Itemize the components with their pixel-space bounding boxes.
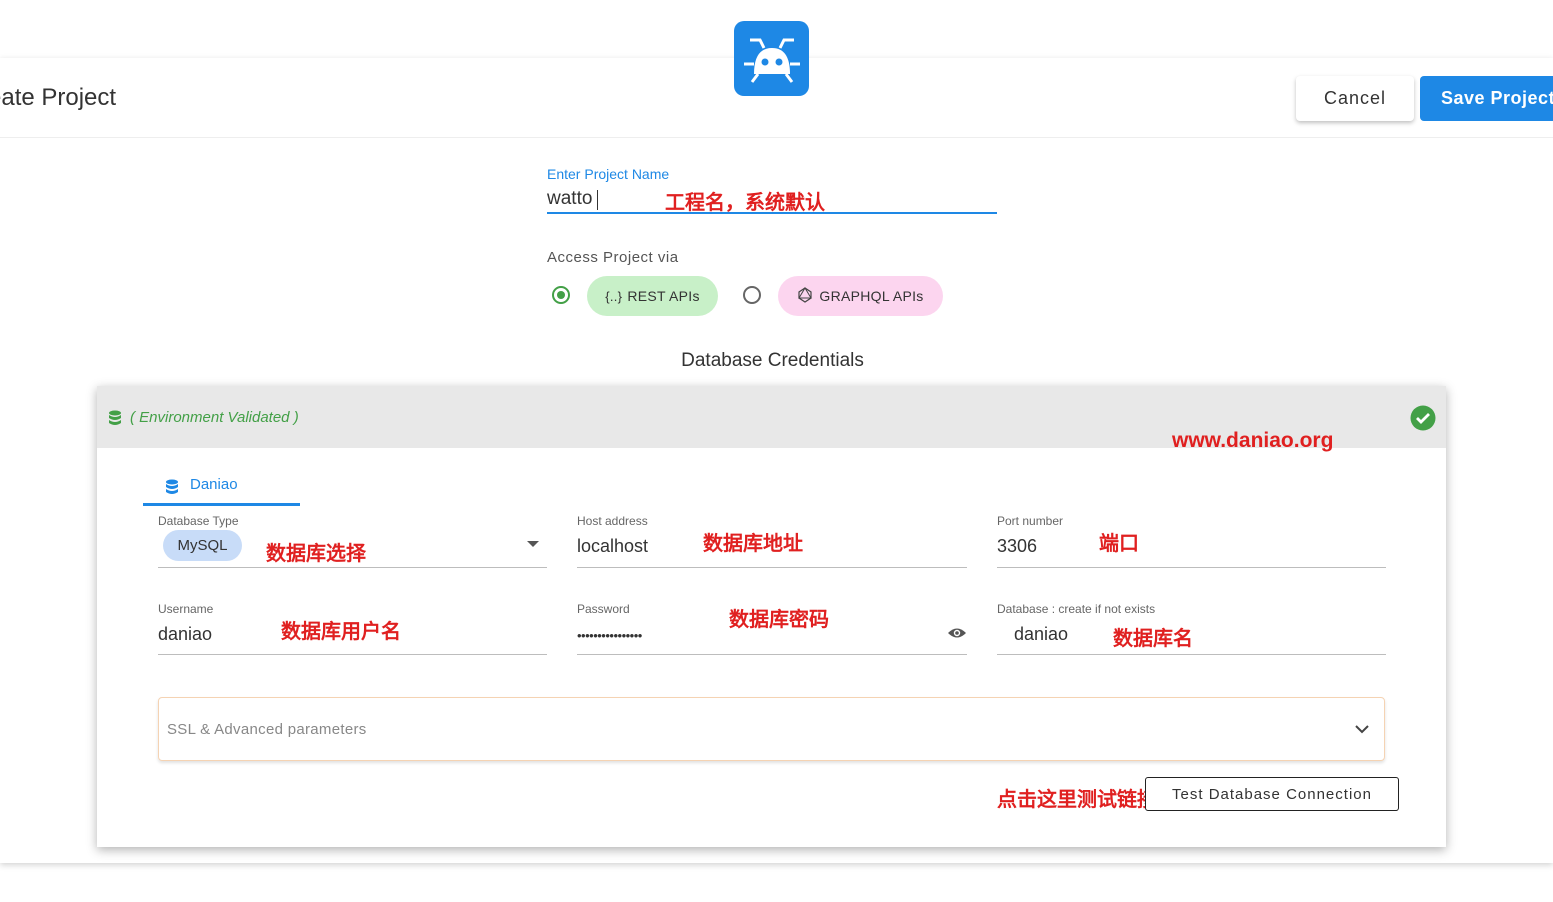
project-name-label: Enter Project Name bbox=[547, 166, 670, 182]
text-caret bbox=[597, 190, 598, 210]
rest-api-label: REST APIs bbox=[627, 288, 700, 304]
mysql-chip: MySQL bbox=[163, 530, 242, 561]
save-project-button[interactable]: Save Project bbox=[1420, 76, 1553, 121]
password-label: Password bbox=[577, 602, 630, 616]
db-credentials-title: Database Credentials bbox=[681, 350, 864, 371]
graphql-api-chip[interactable]: GRAPHQL APIs bbox=[778, 276, 943, 316]
graphql-api-label: GRAPHQL APIs bbox=[819, 288, 924, 304]
database-name-annotation: 数据库名 bbox=[1113, 628, 1193, 650]
watermark: www.daniao.org bbox=[1172, 429, 1334, 452]
database-icon bbox=[108, 410, 122, 431]
host-label: Host address bbox=[577, 514, 648, 528]
braces-icon: {..} bbox=[605, 288, 623, 304]
username-label: Username bbox=[158, 602, 214, 616]
database-icon bbox=[165, 479, 179, 500]
ssl-advanced-accordion[interactable]: SSL & Advanced parameters bbox=[158, 697, 1385, 761]
host-annotation: 数据库地址 bbox=[703, 533, 803, 555]
port-field[interactable]: Port number 3306 bbox=[997, 514, 1386, 568]
graphql-icon bbox=[797, 286, 813, 306]
chevron-down-icon bbox=[527, 541, 539, 547]
eye-icon[interactable] bbox=[947, 626, 967, 645]
tab-daniao[interactable]: Daniao bbox=[143, 466, 300, 506]
check-circle-icon bbox=[1410, 405, 1436, 436]
tab-label: Daniao bbox=[190, 476, 238, 493]
project-name-annotation: 工程名，系统默认 bbox=[665, 192, 825, 214]
port-label: Port number bbox=[997, 514, 1064, 528]
cancel-button[interactable]: Cancel bbox=[1296, 76, 1414, 121]
username-annotation: 数据库用户名 bbox=[281, 621, 401, 643]
header-divider bbox=[0, 137, 1553, 138]
env-status: ( Environment Validated ) bbox=[130, 409, 299, 426]
test-connection-button[interactable]: Test Database Connection bbox=[1145, 777, 1399, 811]
ssl-label: SSL & Advanced parameters bbox=[167, 721, 367, 738]
graphql-radio[interactable] bbox=[743, 286, 761, 304]
password-annotation: 数据库密码 bbox=[729, 609, 829, 631]
access-label: Access Project via bbox=[547, 249, 679, 266]
db-type-annotation: 数据库选择 bbox=[266, 543, 366, 565]
rest-radio[interactable] bbox=[552, 286, 570, 304]
rest-api-chip[interactable]: {..} REST APIs bbox=[587, 276, 718, 316]
port-value: 3306 bbox=[997, 536, 1038, 556]
port-annotation: 端口 bbox=[1099, 533, 1139, 555]
db-type-label: Database Type bbox=[158, 514, 239, 528]
db-credentials-panel: ( Environment Validated ) www.daniao.org… bbox=[97, 386, 1446, 847]
host-value: localhost bbox=[577, 536, 649, 556]
test-annotation: 点击这里测试链接 bbox=[997, 789, 1157, 811]
username-value: daniao bbox=[158, 624, 213, 644]
app-logo-icon bbox=[734, 21, 809, 96]
chevron-down-icon bbox=[1354, 722, 1370, 740]
page-title: eate Project bbox=[0, 84, 117, 111]
database-name-label: Database : create if not exists bbox=[997, 602, 1156, 616]
password-value: •••••••••••••••• bbox=[577, 628, 642, 643]
database-name-value: daniao bbox=[1014, 624, 1069, 644]
